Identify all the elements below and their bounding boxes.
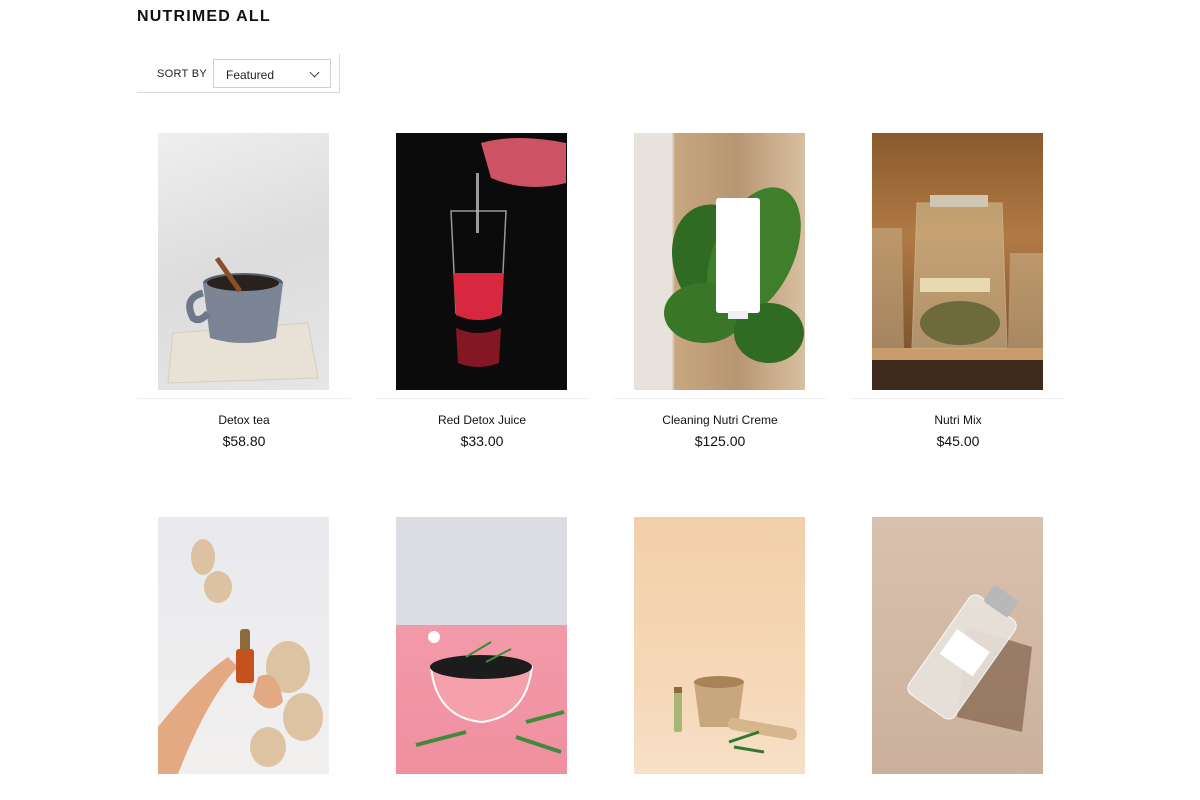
product-price: $45.00 xyxy=(936,433,980,449)
product-name[interactable]: Red Detox Juice xyxy=(375,413,589,427)
sort-selected-value: Featured xyxy=(226,68,275,82)
product-price: $33.00 xyxy=(460,433,504,449)
product-price: $125.00 xyxy=(694,433,746,449)
product-image-nutri-mix[interactable] xyxy=(872,133,1043,390)
product-price: $58.80 xyxy=(222,433,266,449)
product-image-serum[interactable] xyxy=(158,517,329,774)
product-image-detox-tea[interactable] xyxy=(158,133,329,390)
card-divider xyxy=(851,398,1065,399)
sort-by-label: SORT BY xyxy=(157,68,207,80)
product-name[interactable]: Cleaning Nutri Creme xyxy=(613,413,827,427)
product-image-red-detox-juice[interactable] xyxy=(396,133,567,390)
sort-select[interactable]: Featured xyxy=(213,59,331,88)
card-divider xyxy=(375,398,589,399)
chevron-down-icon xyxy=(309,67,320,78)
product-name[interactable]: Nutri Mix xyxy=(851,413,1065,427)
sort-toolbar: SORT BY Featured xyxy=(137,54,340,93)
card-divider xyxy=(613,398,827,399)
product-image-mortar[interactable] xyxy=(634,517,805,774)
product-image-bowl[interactable] xyxy=(396,517,567,774)
card-divider xyxy=(137,398,351,399)
page-title: NUTRIMED ALL xyxy=(137,8,271,25)
product-image-cleaning-nutri-creme[interactable] xyxy=(634,133,805,390)
product-name[interactable]: Detox tea xyxy=(137,413,351,427)
product-image-bottle[interactable] xyxy=(872,517,1043,774)
